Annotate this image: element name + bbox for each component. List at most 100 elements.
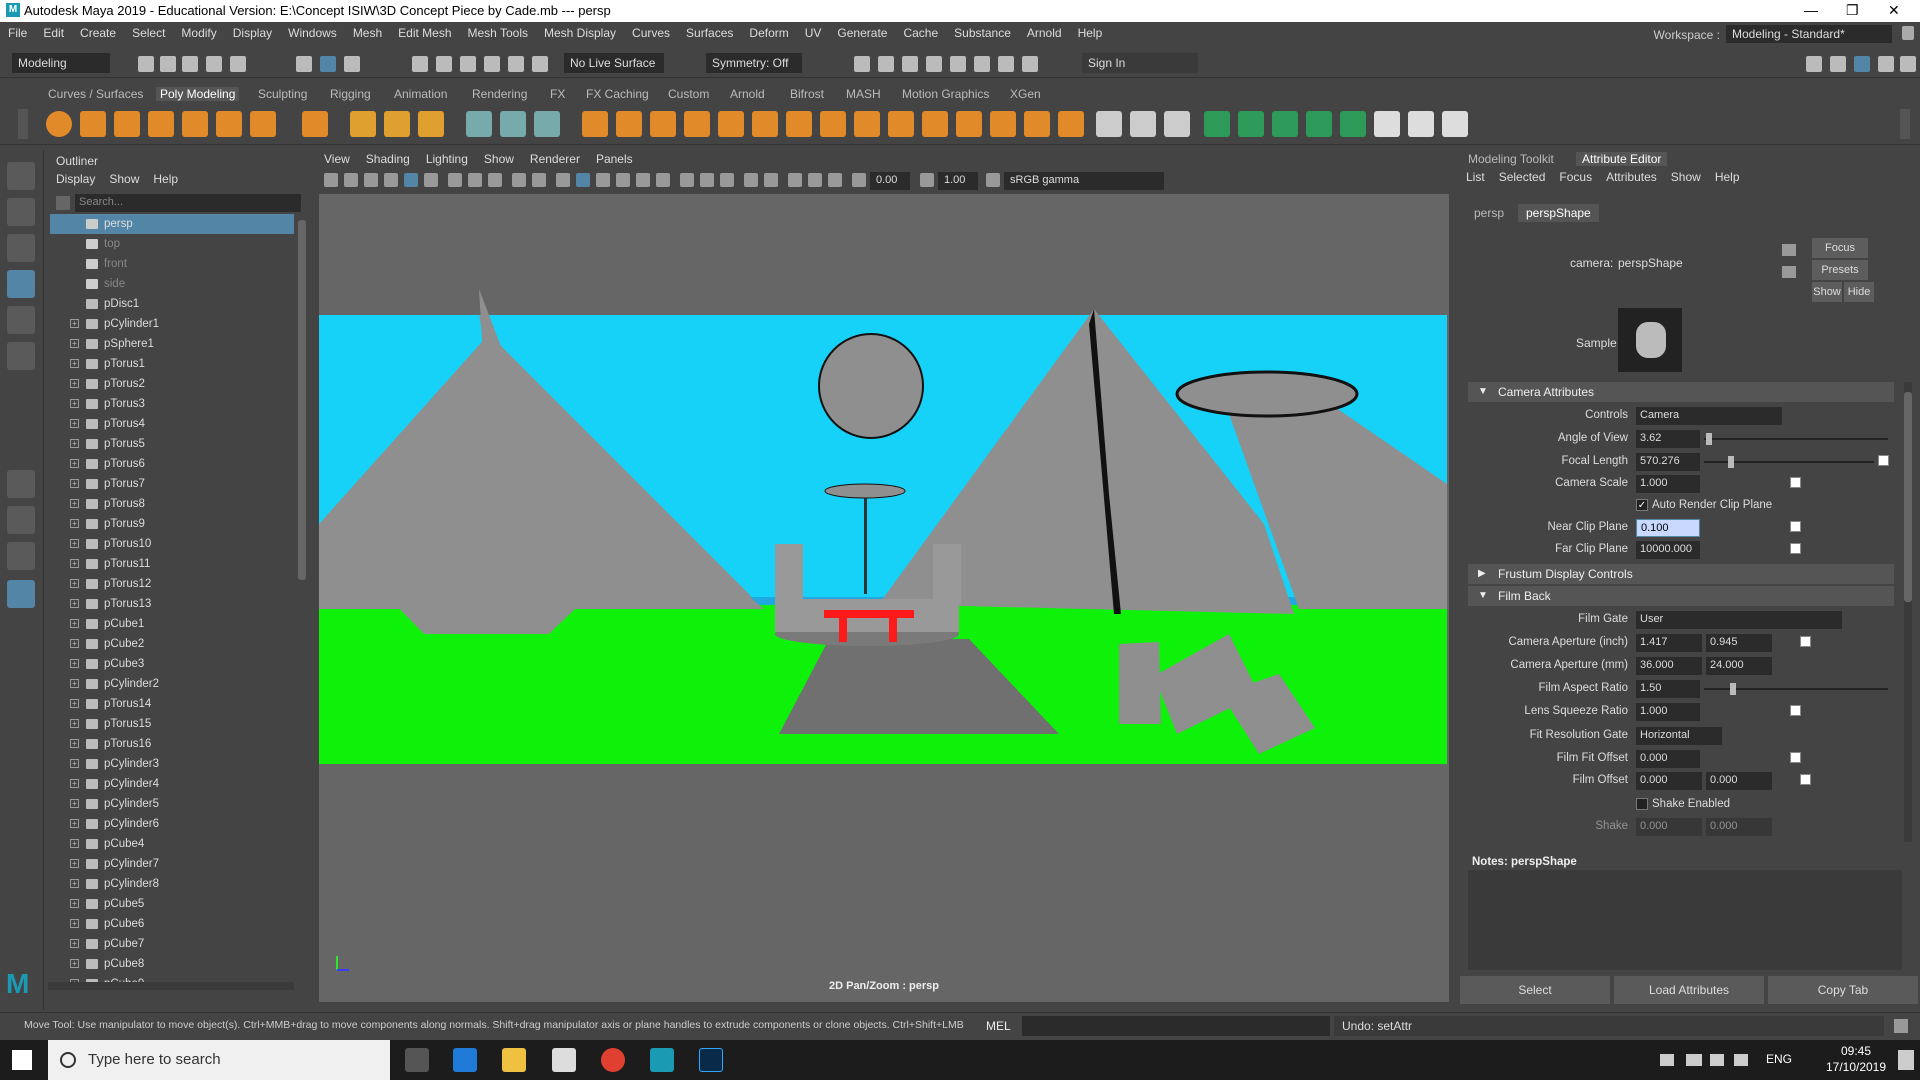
outliner-item-pcylinder3[interactable]: + pCylinder3 xyxy=(50,754,294,774)
outliner-item-ptorus14[interactable]: + pTorus14 xyxy=(50,694,294,714)
wireframe-icon[interactable] xyxy=(556,173,570,187)
expand-icon[interactable]: + xyxy=(70,819,79,828)
outliner-item-pcylinder5[interactable]: + pCylinder5 xyxy=(50,794,294,814)
smooth-mesh-icon[interactable] xyxy=(1204,111,1230,137)
minimize-icon[interactable]: — xyxy=(1804,2,1818,18)
far-clip-field[interactable]: 10000.000 xyxy=(1636,541,1700,559)
snap-plane-icon[interactable] xyxy=(532,56,548,72)
shelf-tab-fx[interactable]: FX xyxy=(550,87,565,101)
rotate-tool-icon[interactable] xyxy=(7,306,35,334)
load-attributes-button[interactable]: Load Attributes xyxy=(1614,976,1764,1004)
ae-menu-attributes[interactable]: Attributes xyxy=(1606,170,1657,184)
outliner-item-pcube1[interactable]: + pCube1 xyxy=(50,614,294,634)
cleanup-icon[interactable] xyxy=(1374,111,1400,137)
aperture-inch-x-field[interactable]: 1.417 xyxy=(1636,634,1702,652)
textured-icon[interactable] xyxy=(616,173,630,187)
aperture-mm-y-field[interactable]: 24.000 xyxy=(1706,657,1772,675)
outliner-item-ptorus12[interactable]: + pTorus12 xyxy=(50,574,294,594)
chrome-icon[interactable] xyxy=(601,1048,625,1072)
camera-select-icon[interactable] xyxy=(324,173,338,187)
menu-help[interactable]: Help xyxy=(1070,22,1111,40)
shelf-menu-icon[interactable] xyxy=(18,109,28,139)
outliner-item-ptorus15[interactable]: + pTorus15 xyxy=(50,714,294,734)
camera-name-field[interactable]: perspShape xyxy=(1618,256,1746,274)
grid-icon[interactable] xyxy=(448,173,462,187)
outliner-item-pcylinder8[interactable]: + pCylinder8 xyxy=(50,874,294,894)
snap-curve-icon[interactable] xyxy=(436,56,452,72)
controls-dropdown[interactable]: Camera xyxy=(1636,407,1782,425)
ipr-render-icon[interactable] xyxy=(902,56,918,72)
shelf-scroll-icon[interactable] xyxy=(1900,109,1910,139)
pen-icon[interactable] xyxy=(1734,1054,1748,1066)
expand-icon[interactable]: + xyxy=(70,599,79,608)
select-by-hierarchy-icon[interactable] xyxy=(296,56,312,72)
bridge-edge-icon[interactable] xyxy=(990,111,1016,137)
super-shape-icon[interactable] xyxy=(350,111,376,137)
outliner-item-top[interactable]: top xyxy=(50,234,294,254)
outliner-hscroll[interactable] xyxy=(48,982,294,990)
expand-icon[interactable]: + xyxy=(70,419,79,428)
outliner-item-pcube5[interactable]: + pCube5 xyxy=(50,894,294,914)
camera-scale-map-icon[interactable] xyxy=(1790,477,1801,488)
outliner-item-pcylinder7[interactable]: + pCylinder7 xyxy=(50,854,294,874)
outliner-item-psphere1[interactable]: + pSphere1 xyxy=(50,334,294,354)
lasso-tool-icon[interactable] xyxy=(7,198,35,226)
menu-modify[interactable]: Modify xyxy=(173,22,224,40)
mail-icon[interactable] xyxy=(552,1048,576,1072)
angle-of-view-slider[interactable] xyxy=(1704,438,1888,440)
poly-cube-icon[interactable] xyxy=(80,111,106,137)
snap-view-icon[interactable] xyxy=(484,56,500,72)
shelf-tab-rigging[interactable]: Rigging xyxy=(330,87,371,101)
windows-start-icon[interactable] xyxy=(12,1050,32,1070)
two-view-layout-icon[interactable] xyxy=(7,542,35,570)
select-button[interactable]: Select xyxy=(1460,976,1610,1004)
insert-loop-icon[interactable] xyxy=(820,111,846,137)
far-clip-map-icon[interactable] xyxy=(1790,543,1801,554)
snap-surface-icon[interactable] xyxy=(508,56,524,72)
taskbar-search-input[interactable]: Type here to search xyxy=(48,1040,390,1080)
field-chart-icon[interactable] xyxy=(532,173,546,187)
render-setup-icon[interactable] xyxy=(974,56,990,72)
symmetry-dropdown[interactable]: Symmetry: Off xyxy=(706,53,802,73)
menu-surfaces[interactable]: Surfaces xyxy=(678,22,741,40)
presets-button[interactable]: Presets xyxy=(1812,260,1868,280)
scale-tool-icon[interactable] xyxy=(7,342,35,370)
network-icon[interactable] xyxy=(1686,1054,1702,1066)
outliner-item-pcylinder6[interactable]: + pCylinder6 xyxy=(50,814,294,834)
snap-point-icon[interactable] xyxy=(460,56,476,72)
open-scene-icon[interactable] xyxy=(160,56,176,72)
film-offset-map-icon[interactable] xyxy=(1800,774,1811,785)
exposure-icon[interactable] xyxy=(852,173,866,187)
expand-icon[interactable]: + xyxy=(70,339,79,348)
isolate-select-icon[interactable] xyxy=(744,173,758,187)
expand-icon[interactable]: + xyxy=(70,959,79,968)
ae-menu-show[interactable]: Show xyxy=(1671,170,1701,184)
near-clip-field[interactable]: 0.100 xyxy=(1636,519,1700,537)
outliner-item-ptorus6[interactable]: + pTorus6 xyxy=(50,454,294,474)
viewport-menu-panels[interactable]: Panels xyxy=(596,152,633,166)
viewport-menu-shading[interactable]: Shading xyxy=(366,152,410,166)
expand-icon[interactable]: + xyxy=(70,859,79,868)
outliner-list[interactable]: persp top front side pDisc1 + pCylinder1 + pSphe… xyxy=(50,214,294,982)
wedge-icon[interactable] xyxy=(1058,111,1084,137)
expand-icon[interactable]: + xyxy=(70,399,79,408)
shelf-tab-sculpting[interactable]: Sculpting xyxy=(258,87,307,101)
maximize-icon[interactable]: ❐ xyxy=(1846,2,1859,19)
menu-display[interactable]: Display xyxy=(225,22,280,40)
shake-y-field[interactable]: 0.000 xyxy=(1706,818,1772,836)
antialiasing-icon[interactable] xyxy=(720,173,734,187)
menu-edit-mesh[interactable]: Edit Mesh xyxy=(390,22,459,40)
tab-attribute-editor[interactable]: Attribute Editor xyxy=(1576,152,1668,166)
edge-browser-icon[interactable] xyxy=(453,1048,477,1072)
shelf-tab-fx-caching[interactable]: FX Caching xyxy=(586,87,649,101)
film-aspect-field[interactable]: 1.50 xyxy=(1636,680,1700,698)
outliner-item-pdisc1[interactable]: pDisc1 xyxy=(50,294,294,314)
copy-tab-button[interactable]: Copy Tab xyxy=(1768,976,1918,1004)
outliner-item-ptorus4[interactable]: + pTorus4 xyxy=(50,414,294,434)
outliner-item-pcube9[interactable]: +pCube9 xyxy=(50,974,294,982)
outliner-search-input[interactable]: Search... xyxy=(75,194,301,212)
expand-icon[interactable]: + xyxy=(70,459,79,468)
menu-uv[interactable]: UV xyxy=(797,22,830,40)
merge-icon[interactable] xyxy=(786,111,812,137)
attribute-editor-scrollbar[interactable] xyxy=(1904,382,1912,842)
